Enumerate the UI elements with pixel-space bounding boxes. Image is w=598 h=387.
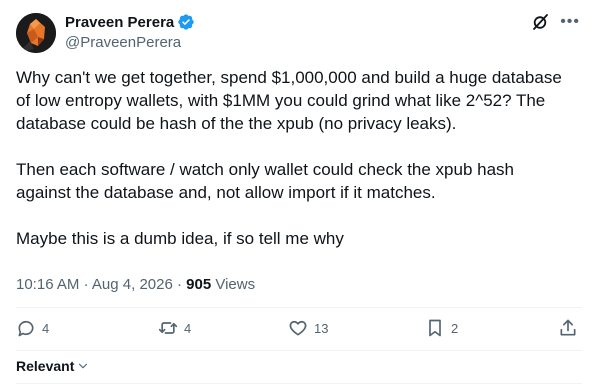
like-button[interactable]: 13 — [288, 318, 328, 338]
tweet-date[interactable]: Aug 4, 2026 — [92, 276, 173, 293]
divider — [16, 383, 582, 384]
tweet-actions: 4 4 13 2 — [16, 318, 582, 350]
share-icon — [560, 319, 576, 336]
repost-icon — [158, 322, 178, 334]
reply-icon — [18, 320, 34, 337]
repost-count: 4 — [184, 320, 192, 336]
sort-label: Relevant — [16, 358, 75, 374]
reply-button[interactable]: 4 — [16, 318, 49, 338]
avatar[interactable] — [16, 13, 56, 53]
tweet-paragraph: Maybe this is a dumb idea, if so tell me… — [16, 229, 344, 248]
share-button[interactable] — [558, 318, 578, 338]
sort-dropdown[interactable]: Relevant — [16, 358, 90, 374]
like-icon — [289, 320, 307, 336]
views-label: Views — [215, 276, 256, 293]
verified-badge-icon — [177, 13, 195, 31]
tweet-meta: 10:16 AM · Aug 4, 2026 · 905 Views — [16, 276, 255, 293]
more-icon[interactable]: ••• — [560, 12, 580, 32]
meta-separator: · — [83, 276, 92, 293]
chevron-down-icon — [79, 363, 88, 369]
bookmark-button[interactable]: 2 — [425, 318, 458, 338]
tweet-paragraph: Then each software / watch only wallet c… — [16, 160, 515, 202]
meta-separator: · — [176, 276, 187, 293]
tweet-time[interactable]: 10:16 AM — [16, 276, 79, 293]
author-name-row[interactable]: Praveen Perera — [65, 12, 195, 32]
tweet-paragraph: Why can't we get together, spend $1,000,… — [16, 68, 562, 133]
tweet-text: Why can't we get together, spend $1,000,… — [16, 66, 586, 250]
reply-count: 4 — [42, 320, 50, 336]
author-handle[interactable]: @PraveenPerera — [65, 34, 181, 51]
repost-button[interactable]: 4 — [158, 318, 191, 338]
like-count: 13 — [314, 320, 329, 336]
grok-icon[interactable] — [530, 12, 550, 32]
top-actions: ••• — [530, 12, 580, 32]
divider — [16, 307, 582, 308]
author-name[interactable]: Praveen Perera — [65, 14, 174, 31]
bookmark-count: 2 — [451, 320, 459, 336]
divider — [16, 350, 582, 351]
bookmark-icon — [429, 319, 441, 337]
views-count: 905 — [186, 276, 212, 293]
